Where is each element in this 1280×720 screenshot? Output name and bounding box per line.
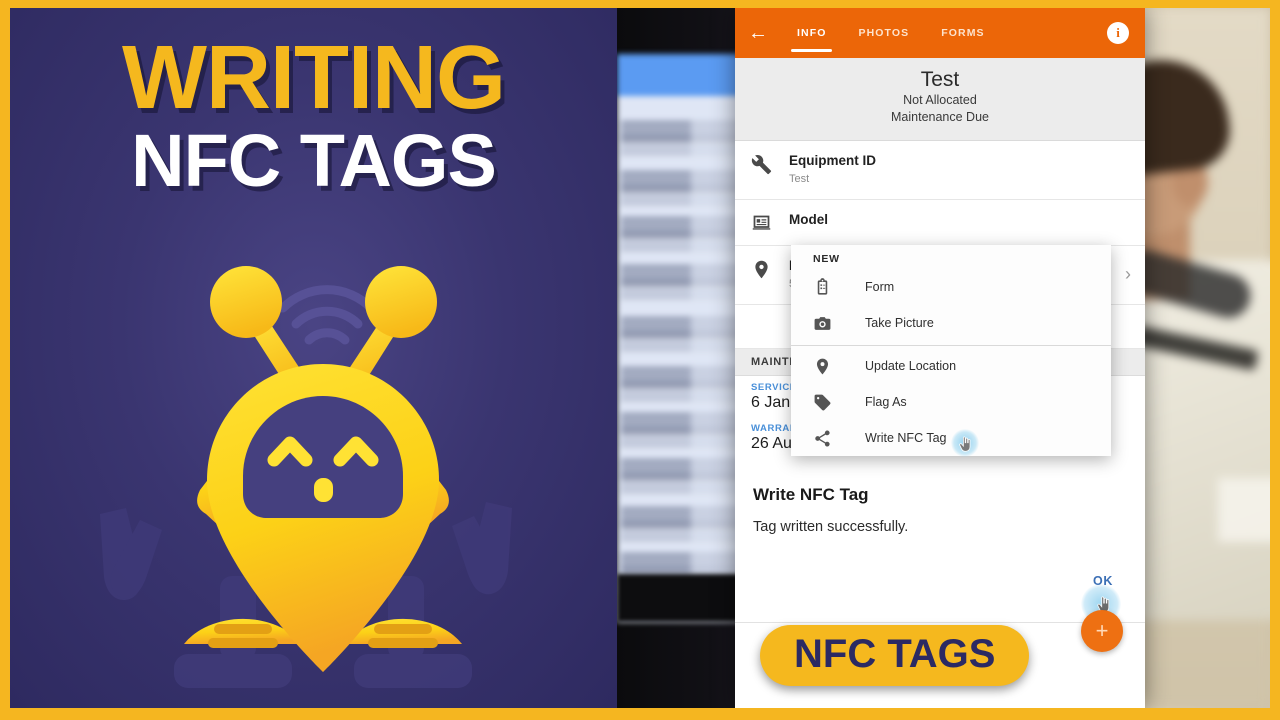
thumbnail-frame: ← INFO PHOTOS FORMS i Test Not Allocated… xyxy=(0,0,1280,720)
nfc-dialog-actions: OK xyxy=(735,570,1145,624)
menu-item-update-location[interactable]: Update Location xyxy=(791,348,1111,384)
nfc-dialog-title: Write NFC Tag xyxy=(753,485,869,505)
menu-separator xyxy=(791,345,1111,346)
menu-section-label: NEW xyxy=(813,253,840,265)
location-pin-icon xyxy=(813,357,865,376)
model-card-icon xyxy=(751,211,789,234)
menu-item-label: Update Location xyxy=(865,359,957,373)
mobile-app-screenshot: ← INFO PHOTOS FORMS i Test Not Allocated… xyxy=(735,8,1145,708)
menu-item-form[interactable]: Form xyxy=(791,269,1111,305)
detail-row-equipment-id[interactable]: Equipment ID Test xyxy=(735,140,1145,200)
ok-button[interactable]: OK xyxy=(1081,570,1122,624)
chevron-right-icon: › xyxy=(1125,264,1131,285)
menu-item-label: Write NFC Tag xyxy=(865,431,947,445)
maintenance-status: Maintenance Due xyxy=(891,110,989,125)
detail-value: Test xyxy=(789,172,810,185)
menu-item-take-picture[interactable]: Take Picture xyxy=(791,305,1111,341)
tag-icon xyxy=(813,393,865,412)
title-panel: WRITING NFC TAGS xyxy=(10,8,617,708)
app-bar: ← INFO PHOTOS FORMS i xyxy=(735,8,1145,58)
menu-item-label: Form xyxy=(865,280,895,294)
share-nfc-icon xyxy=(813,429,865,448)
title-line-2: NFC TAGS xyxy=(131,118,497,202)
nfc-robot-mascot xyxy=(88,246,558,708)
camera-icon xyxy=(813,314,865,333)
tab-bar: INFO PHOTOS FORMS xyxy=(781,8,1107,58)
nfc-result-dialog: Write NFC Tag Tag written successfully. xyxy=(735,459,1145,536)
clipboard-form-icon xyxy=(813,277,865,297)
plus-icon: + xyxy=(1095,618,1109,643)
tab-forms[interactable]: FORMS xyxy=(925,8,1000,58)
new-action-menu: NEW Form Take Picture Update Location Fl… xyxy=(791,245,1111,457)
location-pin-icon xyxy=(751,257,789,280)
info-icon[interactable]: i xyxy=(1107,22,1129,44)
detail-label: Equipment ID xyxy=(789,152,876,168)
menu-item-label: Take Picture xyxy=(865,316,934,330)
menu-item-label: Flag As xyxy=(865,395,907,409)
title-block: WRITING NFC TAGS xyxy=(10,28,617,202)
tab-info[interactable]: INFO xyxy=(781,8,842,58)
menu-item-flag-as[interactable]: Flag As xyxy=(791,384,1111,420)
menu-item-write-nfc-tag[interactable]: Write NFC Tag xyxy=(791,420,1111,457)
nfc-tags-badge-label: NFC TAGS xyxy=(794,632,996,676)
back-button[interactable]: ← xyxy=(735,23,781,43)
allocation-status: Not Allocated xyxy=(903,93,977,108)
tab-photos[interactable]: PHOTOS xyxy=(842,8,925,58)
detail-row-model[interactable]: Model xyxy=(735,199,1145,246)
detail-label: Model xyxy=(789,211,828,227)
nfc-tags-badge: NFC TAGS xyxy=(760,625,1030,686)
nfc-dialog-message: Tag written successfully. xyxy=(753,519,909,536)
equipment-header: Test Not Allocated Maintenance Due xyxy=(735,58,1145,141)
add-fab-button[interactable]: + xyxy=(1081,610,1123,652)
title-line-1: WRITING xyxy=(122,28,506,128)
equipment-name: Test xyxy=(920,68,960,91)
hand-cursor-icon xyxy=(957,436,974,456)
thumbnail-canvas: ← INFO PHOTOS FORMS i Test Not Allocated… xyxy=(10,8,1270,708)
wrench-icon xyxy=(751,152,789,175)
